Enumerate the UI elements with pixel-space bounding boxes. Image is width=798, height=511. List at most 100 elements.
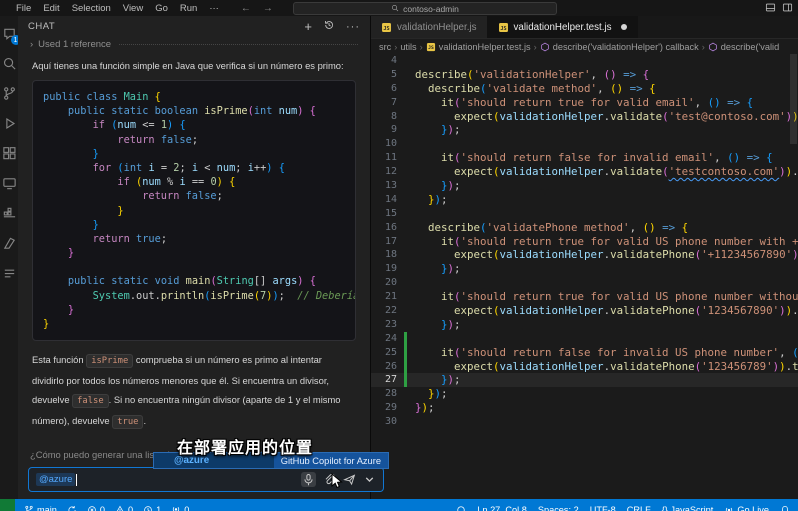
used-references-toggle[interactable]: › Used 1 reference (30, 37, 358, 52)
editor-code-line[interactable]: 4 (371, 54, 798, 68)
menu-run[interactable]: Run (174, 3, 203, 14)
editor-code-line[interactable]: 7 it('should return true for valid email… (371, 96, 798, 110)
indentation[interactable]: Spaces: 2 (538, 505, 579, 511)
line-number: 16 (371, 221, 397, 235)
editor-code-line[interactable]: 20 (371, 276, 798, 290)
search-icon[interactable] (2, 56, 17, 71)
chat-code-line: if (num <= 1) { (43, 118, 345, 132)
chat-code-line: if (num % i == 0) { (43, 175, 345, 189)
editor-code-line[interactable]: 14 }); (371, 193, 798, 207)
editor-code-line[interactable]: 6 describe('validate method', () => { (371, 82, 798, 96)
errors-count[interactable]: 0 (87, 505, 105, 511)
editor-code-line[interactable]: 29}); (371, 401, 798, 415)
remote-indicator[interactable] (0, 499, 15, 511)
ports-icon[interactable] (2, 266, 17, 281)
line-number: 24 (371, 332, 397, 346)
editor-code-line[interactable]: 26 expect(validationHelper.validatePhone… (371, 360, 798, 374)
docker-icon[interactable] (2, 206, 17, 221)
status-bar: main 0 0 1 0 Ln 27, Col 8 Spaces: 2 UTF-8 CRLF {… (0, 499, 798, 511)
pending-count[interactable]: 1 (143, 505, 161, 511)
breadcrumb-item[interactable]: JSvalidationHelper.test.js (426, 42, 531, 52)
copilot-status[interactable] (456, 505, 466, 511)
menu-selection[interactable]: Selection (66, 3, 117, 14)
activity-bar: 1 (0, 16, 18, 499)
symbol-method-icon (540, 42, 550, 52)
editor-code-line[interactable]: 18 expect(validationHelper.validatePhone… (371, 248, 798, 262)
warnings-count[interactable]: 0 (115, 505, 133, 511)
editor-code-line[interactable]: 10 (371, 137, 798, 151)
menu-file[interactable]: File (10, 3, 37, 14)
source-control-icon[interactable] (2, 86, 17, 101)
editor-code-line[interactable]: 13 }); (371, 179, 798, 193)
editor-code-line[interactable]: 16 describe('validatePhone method', () =… (371, 221, 798, 235)
chat-code-line: return false; (43, 189, 345, 203)
menu-go[interactable]: Go (149, 3, 174, 14)
editor-scrollbar[interactable] (790, 54, 797, 144)
line-number: 8 (371, 110, 397, 124)
code-editor[interactable]: 45describe('validationHelper', () => {6 … (371, 54, 798, 499)
editor-code-line[interactable]: 15 (371, 207, 798, 221)
run-debug-icon[interactable] (2, 116, 17, 131)
editor-code-line[interactable]: 12 expect(validationHelper.validate('tes… (371, 165, 798, 179)
branch-indicator[interactable]: main (24, 505, 57, 511)
chat-more-actions-button[interactable]: ··· (346, 21, 360, 33)
line-number: 27 (371, 373, 397, 387)
chat-history-icon[interactable] (323, 18, 335, 36)
command-center-search[interactable]: contoso-admin (293, 2, 557, 15)
copilot-chat-icon[interactable]: 1 (2, 26, 17, 41)
breadcrumb-item[interactable]: describe('valid (708, 42, 779, 52)
language-mode[interactable]: {} JavaScript (662, 505, 714, 511)
editor-code-line[interactable]: 21 it('should return true for valid US p… (371, 290, 798, 304)
tab-validationHelper.test.js[interactable]: JSvalidationHelper.test.js (488, 16, 638, 38)
chat-input-value[interactable]: @azure (36, 473, 75, 486)
breadcrumb-item[interactable]: utils (400, 42, 416, 52)
nav-back-button[interactable]: ← (241, 3, 251, 14)
tab-validationHelper.js[interactable]: JSvalidationHelper.js (371, 16, 488, 38)
used-references-label: Used 1 reference (38, 39, 111, 50)
editor-code-line[interactable]: 17 it('should return true for valid US p… (371, 235, 798, 249)
editor-code-line[interactable]: 24 (371, 332, 798, 346)
editor-code-line[interactable]: 30 (371, 415, 798, 429)
editor-code-line[interactable]: 11 it('should return false for invalid e… (371, 151, 798, 165)
cursor-position[interactable]: Ln 27, Col 8 (477, 505, 527, 511)
eol[interactable]: CRLF (627, 505, 651, 511)
editor-code-line[interactable]: 25 it('should return false for invalid U… (371, 346, 798, 360)
menu-view[interactable]: View (117, 3, 149, 14)
divider (119, 44, 358, 45)
status-bar-right: Ln 27, Col 8 Spaces: 2 UTF-8 CRLF {} JavaScr… (456, 505, 798, 511)
editor-code-line[interactable]: 28 }); (371, 387, 798, 401)
editor-code-line[interactable]: 9 }); (371, 123, 798, 137)
line-number: 15 (371, 207, 397, 221)
encoding[interactable]: UTF-8 (590, 505, 616, 511)
azure-icon[interactable] (2, 236, 17, 251)
line-number: 11 (371, 151, 397, 165)
line-number: 30 (371, 415, 397, 429)
breadcrumb-item[interactable]: describe('validationHelper') callback (540, 42, 699, 52)
sync-button[interactable] (67, 505, 77, 511)
editor-code-line[interactable]: 22 expect(validationHelper.validatePhone… (371, 304, 798, 318)
remote-icon[interactable] (2, 176, 17, 191)
go-live[interactable]: Go Live (724, 505, 769, 511)
menu-[interactable]: ··· (203, 3, 225, 14)
new-chat-button[interactable]: + (304, 22, 312, 32)
chat-code-line: System.out.println(isPrime(7)); // Deber… (43, 289, 345, 303)
line-number: 18 (371, 248, 397, 262)
editor-code-line[interactable]: 8 expect(validationHelper.validate('test… (371, 110, 798, 124)
nav-forward-button[interactable]: → (263, 3, 273, 14)
customize-layout-icon[interactable] (782, 2, 793, 16)
editor-code-line[interactable]: 5describe('validationHelper', () => { (371, 68, 798, 82)
line-number: 29 (371, 401, 397, 415)
notifications[interactable] (780, 505, 790, 511)
editor-code-line[interactable]: 23 }); (371, 318, 798, 332)
chat-code-line: } (43, 246, 345, 260)
extensions-icon[interactable] (2, 146, 17, 161)
editor-code-line[interactable]: 27 }); (371, 373, 798, 387)
menu-edit[interactable]: Edit (37, 3, 65, 14)
toggle-panel-icon[interactable] (765, 2, 776, 16)
send-button[interactable] (343, 473, 356, 486)
microphone-button[interactable] (301, 472, 316, 487)
breadcrumb-item[interactable]: src (379, 42, 391, 52)
ports-count[interactable]: 0 (171, 505, 189, 511)
send-options-chevron-icon[interactable] (363, 473, 376, 486)
editor-code-line[interactable]: 19 }); (371, 262, 798, 276)
